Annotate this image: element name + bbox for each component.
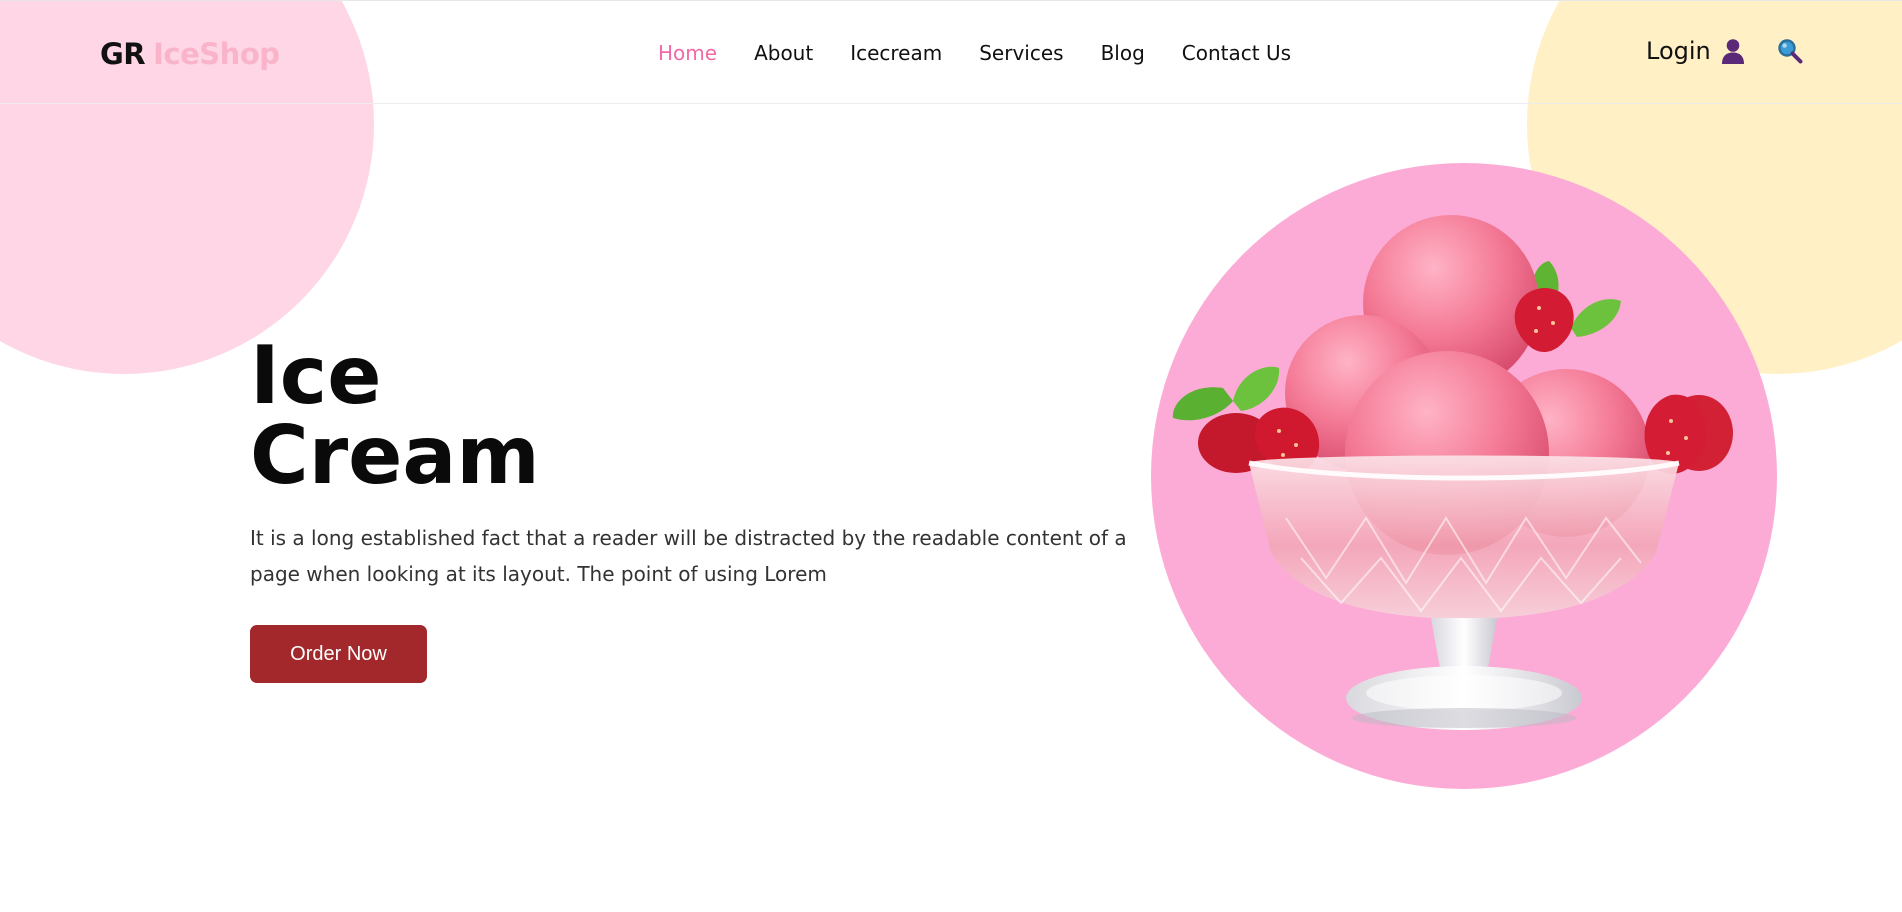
hero-title: Ice Cream xyxy=(250,336,610,496)
hero-title-line2: Cream xyxy=(250,409,540,502)
page: GR IceShop Home About Icecream Services B… xyxy=(0,0,1902,912)
nav-home[interactable]: Home xyxy=(658,41,717,65)
hero-description: It is a long established fact that a rea… xyxy=(250,526,1127,586)
main-nav: Home About Icecream Services Blog Contac… xyxy=(658,41,1291,65)
ice-cream-bowl-image xyxy=(1172,215,1733,730)
header-tools: Login xyxy=(1646,37,1804,65)
brand-initials: GR xyxy=(100,37,146,71)
nav-blog[interactable]: Blog xyxy=(1101,41,1145,65)
nav-services[interactable]: Services xyxy=(979,41,1063,65)
site-header: GR IceShop Home About Icecream Services B… xyxy=(0,0,1902,104)
brand-logo[interactable]: GR IceShop xyxy=(100,37,280,71)
login-link[interactable]: Login xyxy=(1646,37,1745,65)
login-label: Login xyxy=(1646,37,1711,65)
nav-about[interactable]: About xyxy=(754,41,813,65)
nav-icecream[interactable]: Icecream xyxy=(850,41,942,65)
brand-name: IceShop xyxy=(153,37,280,71)
search-icon[interactable] xyxy=(1776,37,1804,65)
order-now-button[interactable]: Order Now xyxy=(250,625,427,683)
nav-contact-us[interactable]: Contact Us xyxy=(1182,41,1291,65)
user-icon xyxy=(1721,38,1745,64)
